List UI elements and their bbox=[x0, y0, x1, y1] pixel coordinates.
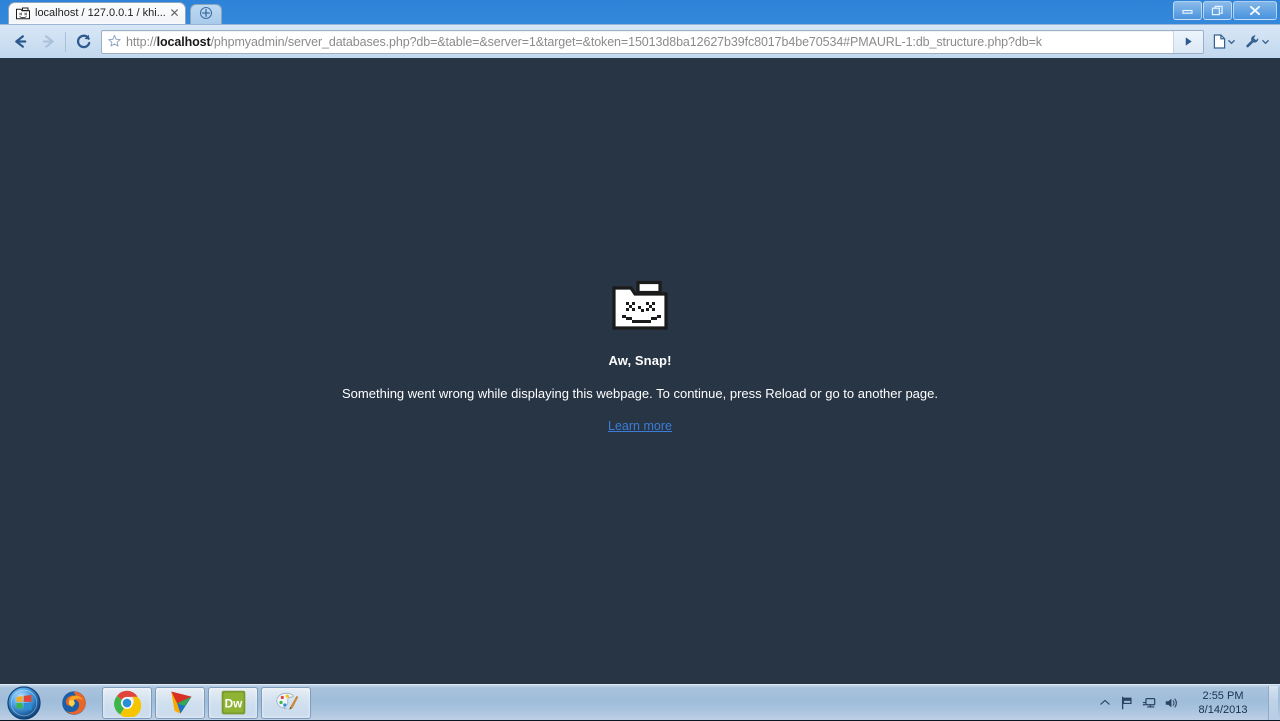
taskbar-item-media-player[interactable] bbox=[155, 686, 205, 719]
toolbar-divider bbox=[65, 31, 66, 52]
sad-folder-icon bbox=[16, 7, 30, 20]
chevron-down-icon bbox=[1262, 39, 1269, 44]
error-title: Aw, Snap! bbox=[608, 353, 672, 368]
taskbar-clock[interactable]: 2:55 PM 8/14/2013 bbox=[1182, 689, 1264, 717]
forward-button[interactable] bbox=[34, 29, 62, 55]
restore-button[interactable] bbox=[1203, 1, 1232, 20]
tab-title: localhost / 127.0.0.1 / khi... bbox=[35, 7, 166, 19]
system-tray: 2:55 PM 8/14/2013 bbox=[1094, 685, 1280, 721]
new-tab-button[interactable] bbox=[190, 4, 222, 24]
window-controls bbox=[1172, 1, 1277, 20]
error-page: Aw, Snap! Something went wrong while dis… bbox=[0, 280, 1280, 435]
url-text: http://localhost/phpmyadmin/server_datab… bbox=[126, 34, 1042, 49]
tab-strip: localhost / 127.0.0.1 / khi... ✕ bbox=[0, 0, 1280, 24]
close-button[interactable] bbox=[1233, 1, 1277, 20]
tab-close-icon[interactable]: ✕ bbox=[168, 7, 181, 20]
browser-toolbar: http://localhost/phpmyadmin/server_datab… bbox=[0, 24, 1280, 58]
plus-icon bbox=[199, 6, 213, 22]
page-menu-button[interactable] bbox=[1208, 29, 1240, 55]
show-desktop-button[interactable] bbox=[1268, 685, 1278, 720]
clock-time: 2:55 PM bbox=[1202, 689, 1244, 702]
learn-more-link[interactable]: Learn more bbox=[608, 419, 672, 433]
back-button[interactable] bbox=[6, 29, 34, 55]
volume-icon[interactable] bbox=[1160, 688, 1182, 718]
start-orb-button[interactable] bbox=[2, 685, 46, 720]
svg-text:Dw: Dw bbox=[224, 697, 243, 711]
taskbar-item-paint[interactable] bbox=[261, 686, 311, 719]
clock-date: 8/14/2013 bbox=[1198, 703, 1248, 716]
minimize-button[interactable] bbox=[1173, 1, 1202, 20]
go-button[interactable] bbox=[1173, 30, 1203, 53]
taskbar-item-dreamweaver[interactable]: Dw bbox=[208, 686, 258, 719]
sad-folder-icon bbox=[612, 280, 668, 330]
taskbar-item-chrome[interactable] bbox=[102, 686, 152, 719]
browser-window: localhost / 127.0.0.1 / khi... ✕ http://… bbox=[0, 0, 1280, 684]
chevron-down-icon bbox=[1228, 39, 1235, 44]
taskbar-item-firefox[interactable] bbox=[49, 687, 99, 719]
error-message: Something went wrong while displaying th… bbox=[342, 386, 938, 401]
action-center-flag-icon[interactable] bbox=[1116, 688, 1138, 718]
wrench-menu-button[interactable] bbox=[1240, 29, 1274, 55]
bookmark-star-icon[interactable] bbox=[102, 34, 126, 50]
page-viewport: Aw, Snap! Something went wrong while dis… bbox=[0, 58, 1280, 684]
address-bar[interactable]: http://localhost/phpmyadmin/server_datab… bbox=[101, 29, 1204, 54]
show-hidden-icons-button[interactable] bbox=[1094, 688, 1116, 718]
windows-taskbar: Dw 2:55 PM 8/14/2013 bbox=[0, 684, 1280, 720]
network-icon[interactable] bbox=[1138, 688, 1160, 718]
browser-tab[interactable]: localhost / 127.0.0.1 / khi... ✕ bbox=[8, 2, 186, 24]
reload-button[interactable] bbox=[69, 29, 97, 55]
